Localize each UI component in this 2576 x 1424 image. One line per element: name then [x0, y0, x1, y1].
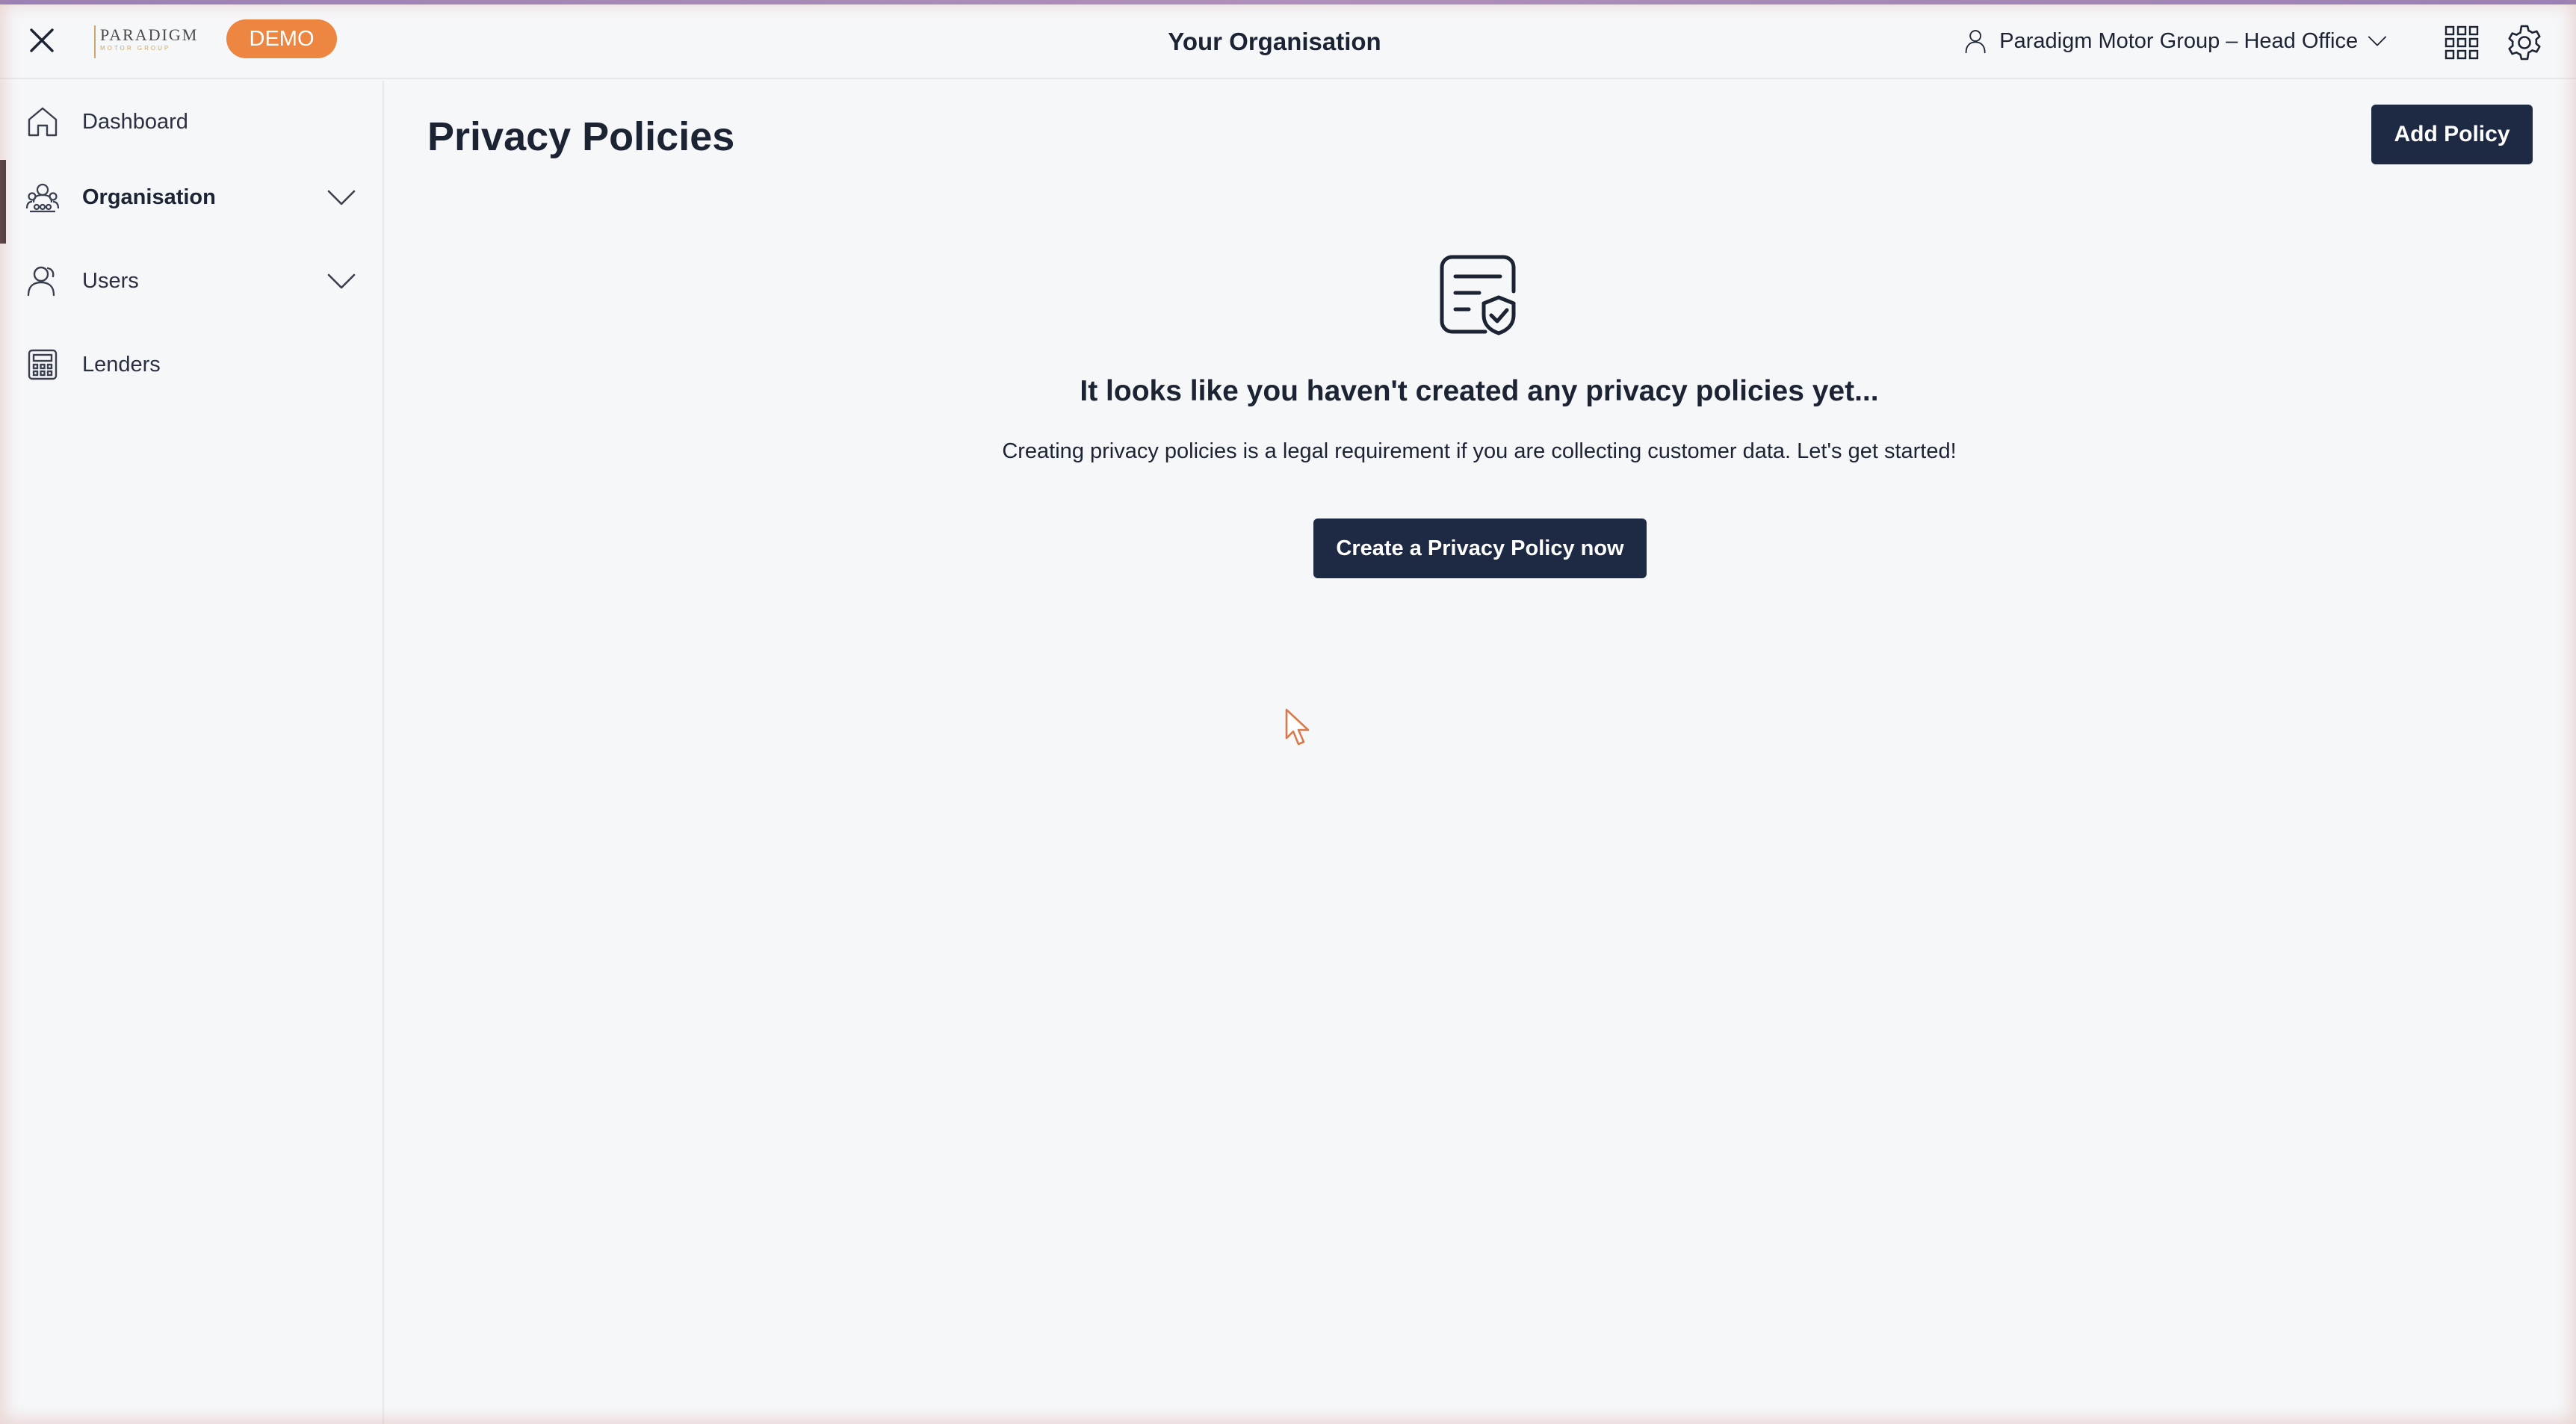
sidebar-item-users[interactable]: Users	[0, 244, 383, 318]
gear-icon	[2508, 25, 2541, 61]
organisation-icon	[25, 183, 60, 213]
mouse-cursor-icon	[1285, 708, 1310, 746]
close-button[interactable]	[25, 24, 58, 57]
chevron-down-icon	[2368, 36, 2387, 46]
brand-logo: PARADIGM MOTOR GROUP	[94, 25, 199, 58]
policy-document-shield-icon	[1440, 255, 1516, 335]
top-bar: PARADIGM MOTOR GROUP DEMO Your Organisat…	[0, 4, 2576, 79]
apps-grid-icon	[2445, 25, 2479, 60]
sidebar-item-dashboard[interactable]: Dashboard	[0, 84, 383, 159]
empty-state-description: Creating privacy policies is a legal req…	[1002, 439, 1957, 463]
page-title: Privacy Policies	[427, 114, 735, 159]
sidebar-item-organisation[interactable]: Organisation	[0, 160, 383, 244]
chevron-down-icon[interactable]	[326, 182, 357, 213]
sidebar-item-label: Lenders	[82, 352, 161, 377]
demo-badge: DEMO	[226, 19, 337, 58]
settings-button[interactable]	[2503, 21, 2546, 64]
page-header-title: Your Organisation	[1168, 28, 1381, 55]
home-icon	[28, 107, 58, 137]
app-window: PARADIGM MOTOR GROUP DEMO Your Organisat…	[0, 0, 2576, 1424]
create-privacy-policy-button[interactable]: Create a Privacy Policy now	[1313, 518, 1647, 578]
sidebar-item-label: Dashboard	[82, 109, 188, 134]
organisation-name: Paradigm Motor Group – Head Office	[1999, 28, 2359, 53]
close-icon	[30, 28, 54, 52]
organisation-switcher[interactable]: Paradigm Motor Group – Head Office	[1962, 18, 2388, 64]
logo-subtitle: MOTOR GROUP	[100, 45, 171, 52]
user-icon	[1965, 30, 1986, 54]
apps-button[interactable]	[2442, 22, 2482, 63]
sidebar-item-label: Users	[82, 268, 139, 293]
sidebar: Dashboard Organisation Users Lenders	[0, 81, 384, 1424]
users-icon	[27, 266, 55, 297]
calculator-icon	[28, 349, 58, 380]
sidebar-item-label: Organisation	[82, 185, 216, 209]
empty-state-heading: It looks like you haven't created any pr…	[1080, 375, 1879, 407]
chevron-down-icon[interactable]	[326, 265, 357, 297]
sidebar-item-lenders[interactable]: Lenders	[0, 327, 383, 402]
logo-wordmark: PARADIGM	[100, 25, 199, 44]
add-policy-button[interactable]: Add Policy	[2371, 105, 2533, 164]
